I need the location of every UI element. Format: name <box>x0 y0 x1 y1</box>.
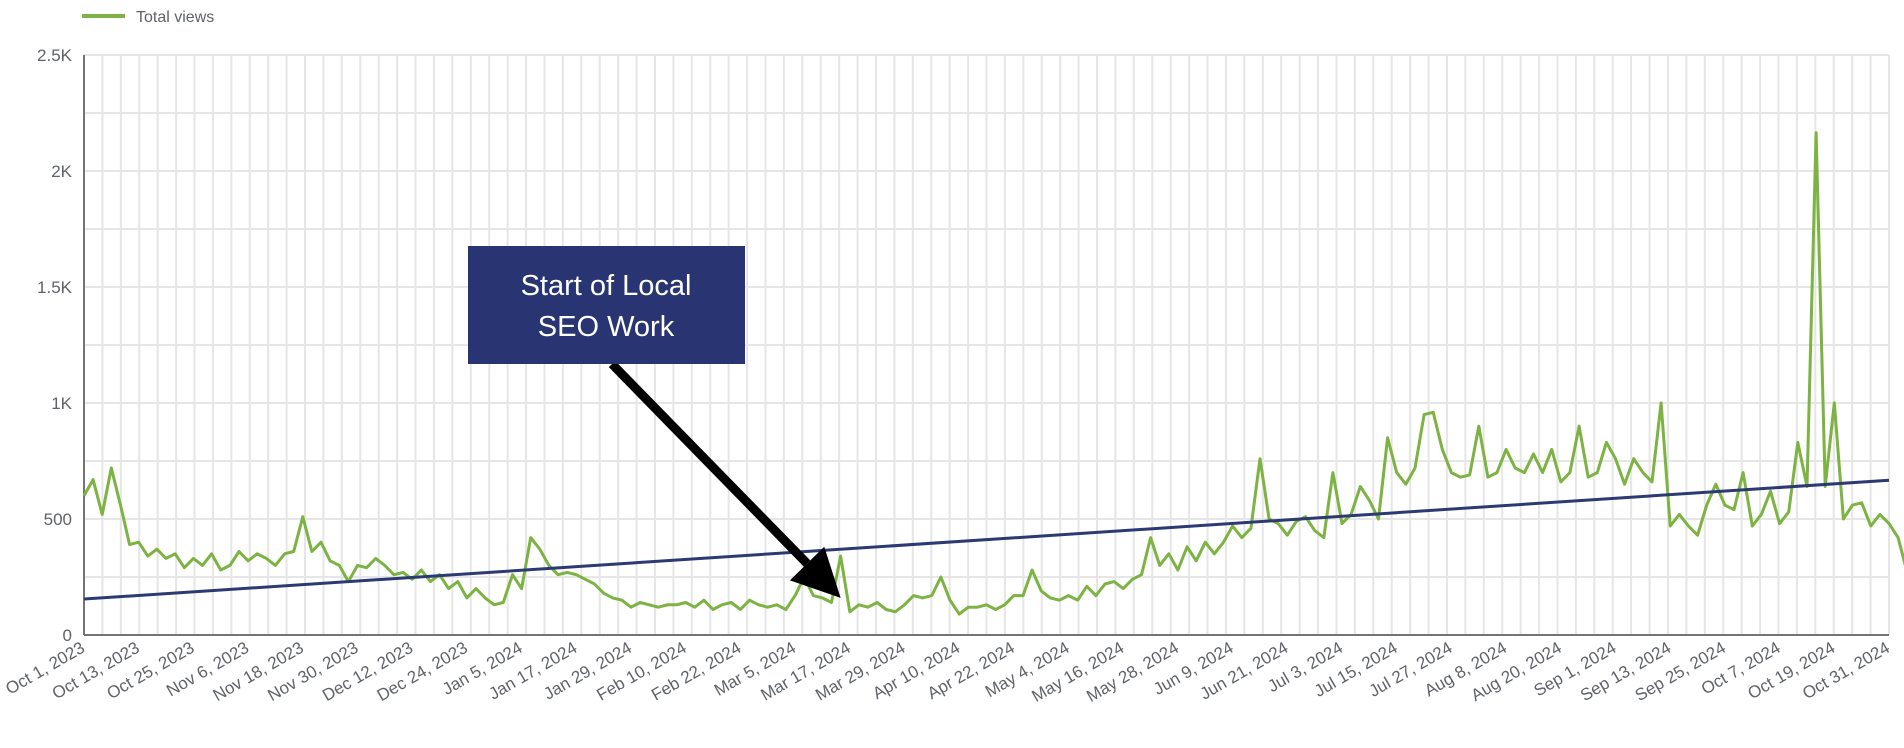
x-axis: Oct 1, 2023Oct 13, 2023Oct 25, 2023Nov 6… <box>2 638 1893 706</box>
y-tick-label: 500 <box>44 510 72 529</box>
annotation-box <box>468 246 745 364</box>
y-tick-label: 1K <box>51 394 72 413</box>
y-axis: 05001K1.5K2K2.5K <box>37 46 73 645</box>
annotation-text-line-2: SEO Work <box>538 311 675 343</box>
line-chart: 05001K1.5K2K2.5K Oct 1, 2023Oct 13, 2023… <box>2 9 1904 706</box>
legend: Total views <box>82 9 214 26</box>
annotation-text-line-1: Start of Local <box>521 270 692 302</box>
legend-label-total-views: Total views <box>136 9 214 26</box>
grid <box>83 54 1890 636</box>
y-tick-label: 2.5K <box>37 46 73 65</box>
y-tick-label: 1.5K <box>37 278 73 297</box>
y-tick-label: 2K <box>51 162 72 181</box>
